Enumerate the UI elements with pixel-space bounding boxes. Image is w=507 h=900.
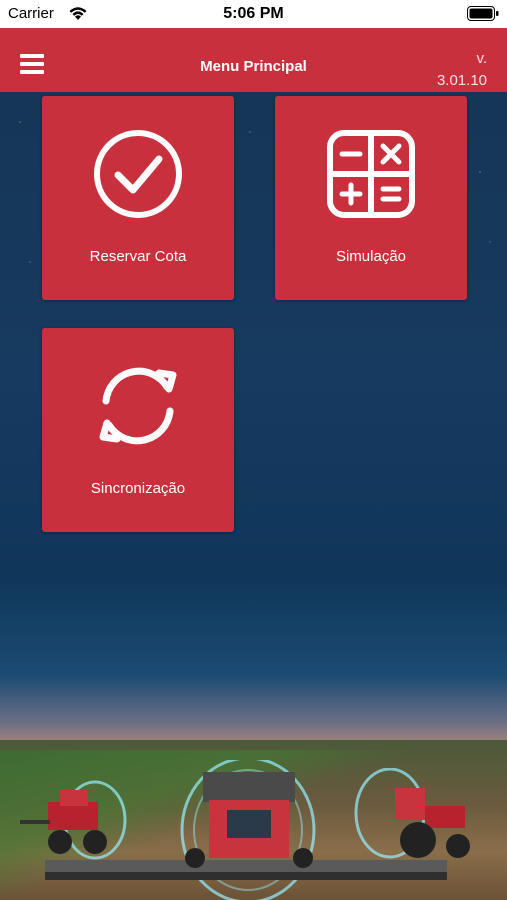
app-version: v. 3.01.10 xyxy=(437,48,487,92)
battery-icon xyxy=(467,6,499,25)
reservar-cota-button[interactable]: Reservar Cota xyxy=(42,96,234,300)
sync-icon xyxy=(93,361,183,451)
status-bar: Carrier 5:06 PM xyxy=(0,0,507,28)
main-menu-area: Reservar Cota Simulação Sincronização xyxy=(0,92,507,900)
top-navigation-bar: Menu Principal v. 3.01.10 xyxy=(0,28,507,92)
simulacao-button[interactable]: Simulação xyxy=(275,96,467,300)
farm-field-background xyxy=(0,740,507,900)
sincronizacao-button[interactable]: Sincronização xyxy=(42,328,234,532)
reservar-cota-label: Reservar Cota xyxy=(89,248,187,265)
check-circle-icon xyxy=(93,129,183,219)
version-number: 3.01.10 xyxy=(436,72,487,89)
sincronizacao-label: Sincronização xyxy=(90,480,186,497)
page-title: Menu Principal xyxy=(200,58,307,75)
tractor-illustration xyxy=(340,767,480,873)
version-prefix: v. xyxy=(476,50,487,67)
simulacao-label: Simulação xyxy=(335,248,407,265)
clock: 5:06 PM xyxy=(223,5,284,22)
calculator-icon xyxy=(326,129,416,219)
